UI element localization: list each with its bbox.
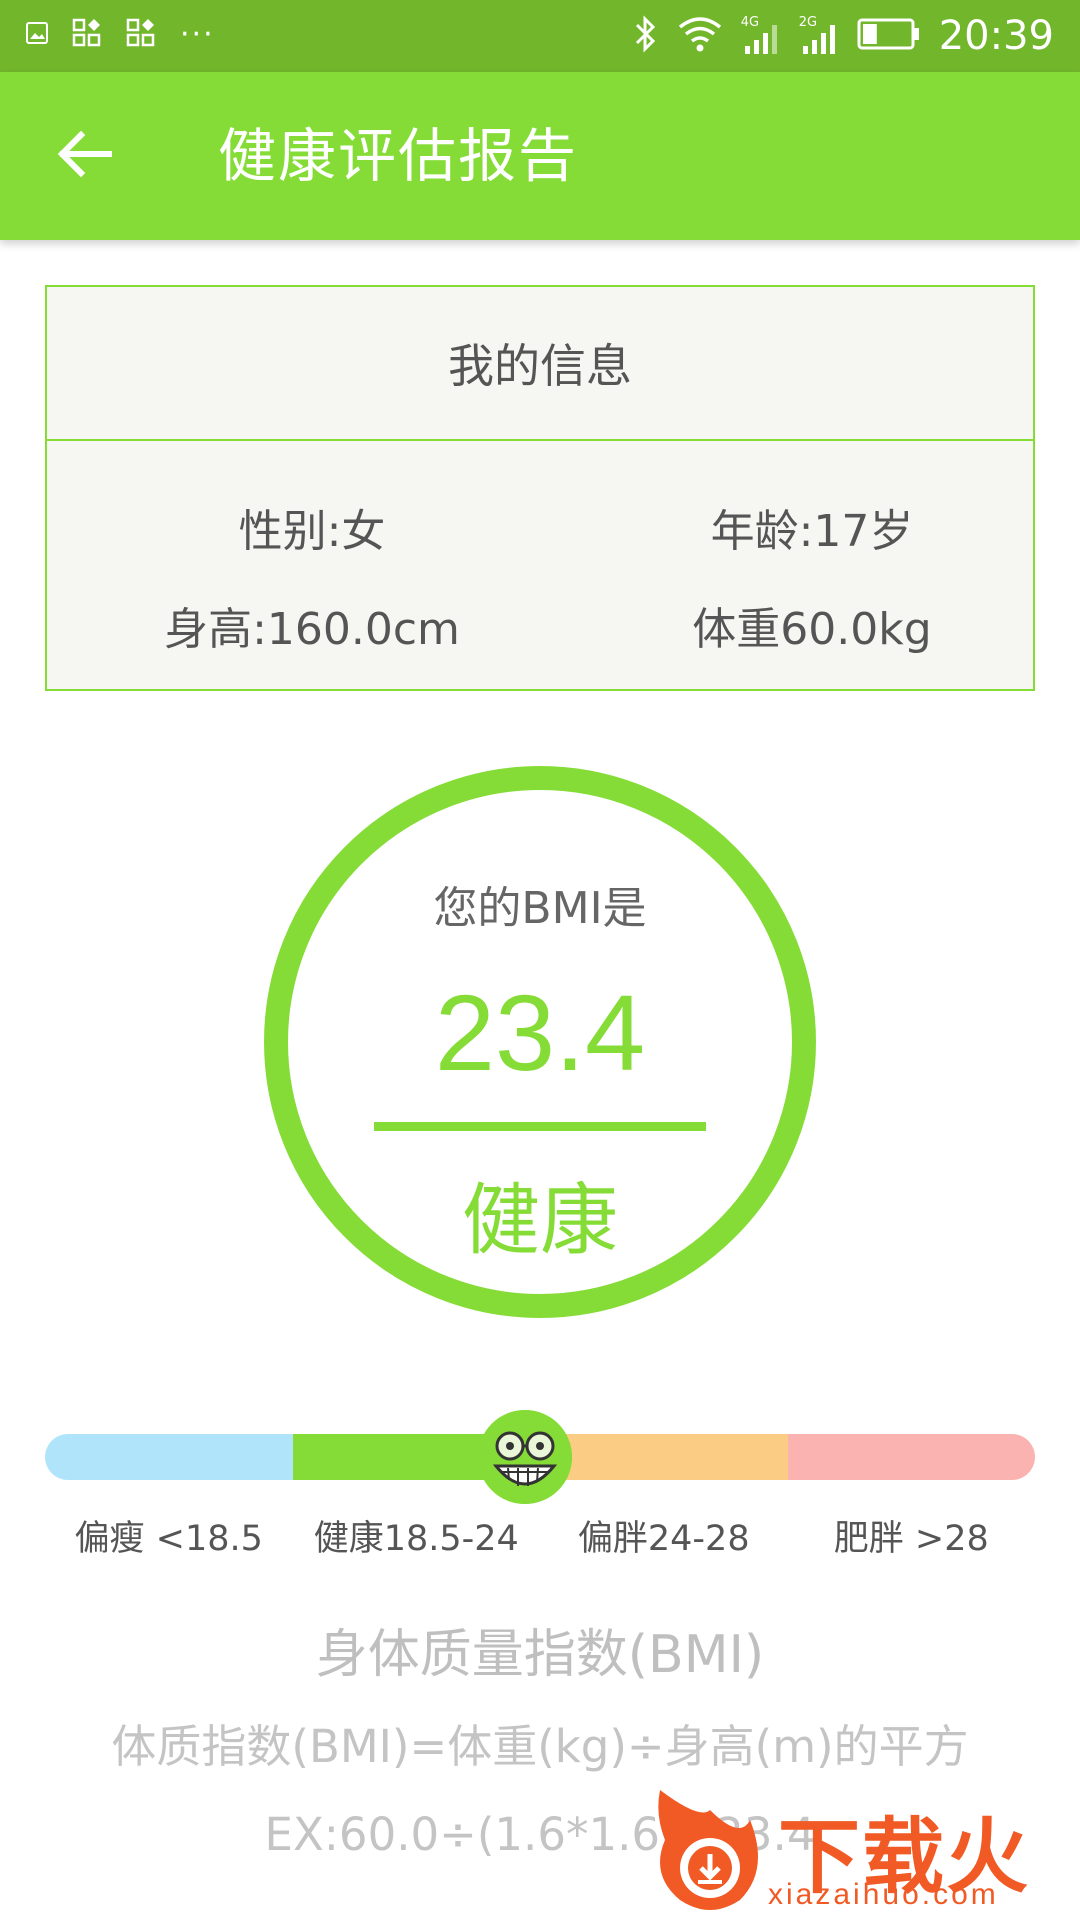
scale-segment-underweight	[45, 1434, 293, 1480]
bmi-label: 您的BMI是	[433, 883, 647, 934]
bmi-value: 23.4	[434, 972, 646, 1093]
bmi-status: 健康	[461, 1176, 618, 1266]
bmi-scale-labels: 偏瘦 <18.5 健康18.5-24 偏胖24-28 肥胖 >28	[45, 1510, 1035, 1561]
wifi-icon	[677, 15, 723, 57]
app-grid-icon	[72, 18, 102, 52]
app-bar: 健康评估报告	[0, 72, 1080, 240]
scale-label-healthy: 健康18.5-24	[313, 1519, 519, 1559]
scale-label-obese: 肥胖 >28	[833, 1519, 989, 1559]
clock-time: 20:39	[938, 13, 1054, 59]
bmi-explanation-title: 身体质量指数(BMI)	[315, 1625, 765, 1685]
weight-value: 体重60.0kg	[692, 604, 932, 655]
my-info-card: 我的信息 性别:女 年龄:17岁 身高:160.0cm 体重60.0kg	[45, 285, 1035, 691]
scale-segment-obese	[787, 1434, 1035, 1480]
bmi-divider	[374, 1122, 706, 1131]
signal-4g-icon: 4G	[741, 16, 781, 56]
scale-label-underweight: 偏瘦 <18.5	[74, 1519, 263, 1559]
flame-logo-icon	[658, 1790, 758, 1910]
watermark-url: xiazaihuo.com	[768, 1878, 999, 1911]
age-value: 年龄:17岁	[710, 506, 914, 557]
arrow-left-icon	[57, 130, 113, 182]
battery-icon	[857, 17, 921, 55]
height-value: 身高:160.0cm	[164, 604, 460, 655]
status-right-icons: 4G 2G 20:39	[631, 12, 1054, 60]
site-watermark: 下载火 xiazaihuo.com	[640, 1780, 1080, 1920]
happy-face-icon	[478, 1410, 573, 1504]
back-button[interactable]	[40, 116, 130, 196]
signal-2g-icon: 2G	[799, 16, 839, 56]
bmi-formula: 体质指数(BMI)=体重(kg)÷身高(m)的平方	[111, 1720, 969, 1773]
info-card-header: 我的信息	[47, 287, 1033, 441]
status-bar: ··· 4G 2G 20:39	[0, 0, 1080, 72]
scale-label-overweight: 偏胖24-28	[577, 1519, 750, 1559]
gender-value: 性别:女	[238, 506, 386, 557]
bmi-result-circle: 您的BMI是 23.4 健康	[264, 766, 816, 1318]
more-dots-icon: ···	[180, 17, 215, 52]
image-icon	[26, 22, 48, 48]
app-grid-icon	[126, 18, 156, 52]
bluetooth-icon	[631, 14, 659, 58]
page-title: 健康评估报告	[218, 122, 579, 190]
status-left-icons: ···	[26, 18, 215, 52]
scale-segment-overweight	[540, 1434, 788, 1480]
